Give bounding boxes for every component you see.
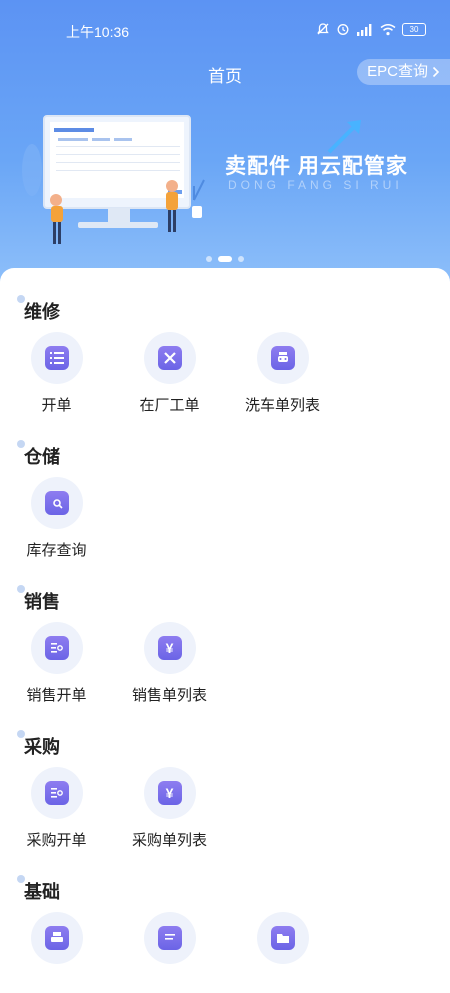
status-icons: 30 <box>316 22 426 36</box>
basic-item-button[interactable] <box>0 912 113 964</box>
bell-off-icon <box>317 23 329 35</box>
item-label: 开单 <box>41 397 72 414</box>
item-label: 在厂工单 <box>139 397 200 414</box>
section-storage: 仓储 库存查询 <box>0 413 450 560</box>
section-sales: 销售 销售开单 ¥ 销售单列表 <box>0 558 450 705</box>
purchase-open-order-button[interactable]: 采购开单 <box>0 767 113 850</box>
chevron-right-icon <box>432 66 440 78</box>
sales-open-order-button[interactable]: 销售开单 <box>0 622 113 705</box>
item-label: 采购开单 <box>26 832 87 849</box>
document-icon <box>157 926 182 950</box>
main-content: 维修 开单 在厂工单 洗车单列表 仓储 库存查询 销售 销售开单 ¥ 销售单列表… <box>0 268 450 964</box>
list-icon <box>44 346 69 370</box>
yen-list-icon: ¥ <box>157 781 182 805</box>
section-title: 基础 <box>24 882 60 902</box>
yen-list-icon: ¥ <box>157 636 182 660</box>
inventory-search-icon <box>44 491 69 515</box>
purchase-order-list-button[interactable]: ¥ 采购单列表 <box>113 767 226 850</box>
in-factory-order-button[interactable]: 在厂工单 <box>113 332 226 415</box>
signal-icon <box>357 23 372 36</box>
banner-slogan: 卖配件 用云配管家 <box>225 155 408 178</box>
epc-query-label: EPC查询 <box>367 63 428 80</box>
sales-order-icon <box>44 636 69 660</box>
inventory-query-button[interactable]: 库存查询 <box>0 477 113 560</box>
item-label: 洗车单列表 <box>244 397 320 414</box>
section-title: 维修 <box>24 302 60 322</box>
folder-icon <box>270 926 295 950</box>
item-label: 销售单列表 <box>131 687 207 704</box>
epc-query-button[interactable]: EPC查询 <box>357 59 450 85</box>
car-wash-icon <box>270 346 295 370</box>
carousel-indicator[interactable] <box>0 256 450 262</box>
carousel-dot[interactable] <box>238 256 244 262</box>
tools-icon <box>157 346 182 370</box>
section-purchase: 采购 采购开单 ¥ 采购单列表 <box>0 703 450 850</box>
banner-illustration <box>22 115 205 244</box>
repair-open-order-button[interactable]: 开单 <box>0 332 113 415</box>
status-time: 上午10:36 <box>66 24 130 40</box>
arrow-up-icon <box>327 120 361 154</box>
banner: 上午10:36 30 首页 EPC查询 卖配件 用云配管家 DONG FANG … <box>0 0 450 290</box>
banner-subtitle: DONG FANG SI RUI <box>228 178 403 192</box>
sales-order-list-button[interactable]: ¥ 销售单列表 <box>113 622 226 705</box>
printer-icon <box>44 926 69 950</box>
alarm-icon <box>337 24 349 35</box>
item-label: 采购单列表 <box>131 832 207 849</box>
status-bar: 上午10:36 30 <box>0 22 450 42</box>
battery-icon: 30 <box>402 22 426 36</box>
section-title: 销售 <box>24 592 60 612</box>
section-title: 仓储 <box>24 447 60 467</box>
basic-item-button[interactable] <box>226 912 339 964</box>
purchase-order-icon <box>44 781 69 805</box>
wifi-icon <box>380 23 396 35</box>
section-basic: 基础 <box>0 848 450 993</box>
item-label: 销售开单 <box>26 687 87 704</box>
car-wash-list-button[interactable]: 洗车单列表 <box>226 332 339 415</box>
basic-item-button[interactable] <box>113 912 226 964</box>
section-repair: 维修 开单 在厂工单 洗车单列表 <box>0 268 450 415</box>
carousel-dot-active[interactable] <box>218 256 232 262</box>
item-label: 库存查询 <box>26 542 87 559</box>
section-title: 采购 <box>24 737 60 757</box>
carousel-dot[interactable] <box>206 256 212 262</box>
